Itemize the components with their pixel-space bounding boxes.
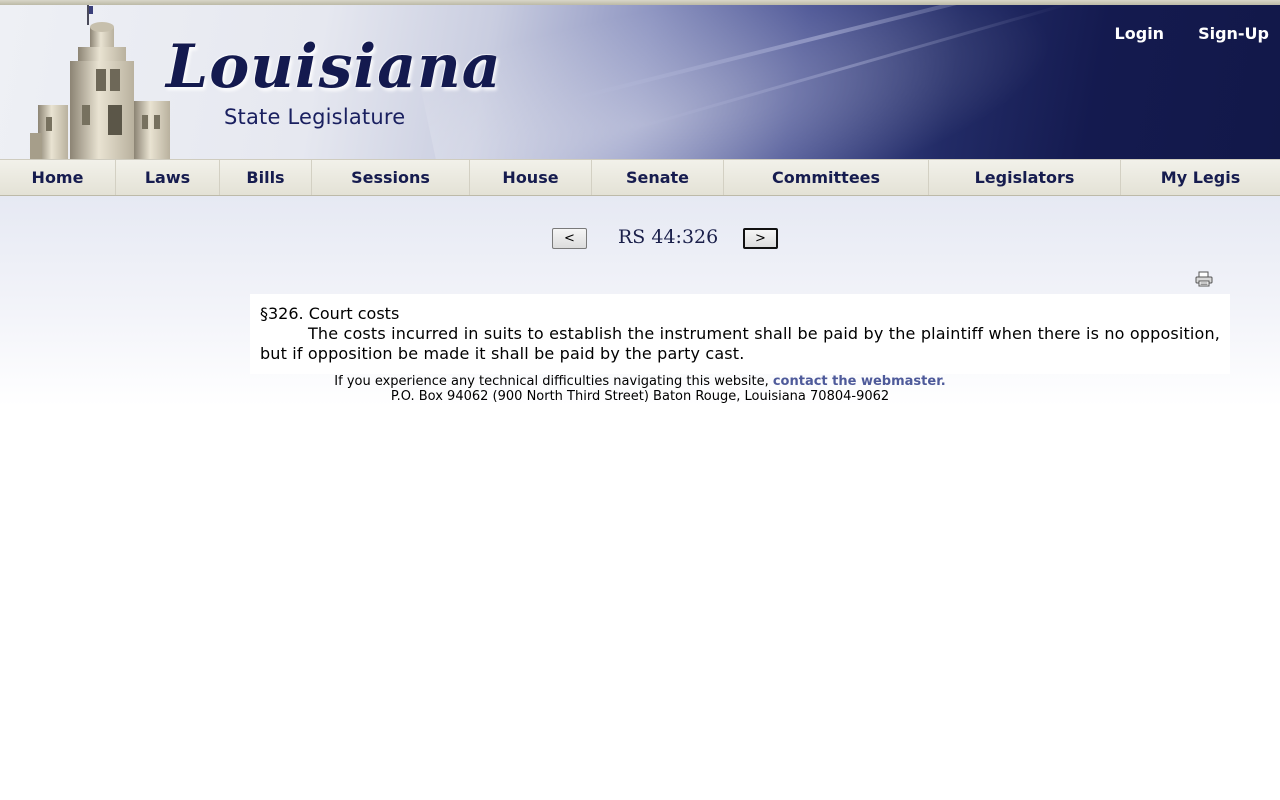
previous-section-button[interactable]: < xyxy=(552,228,587,249)
statute-pager: < RS 44:326 > xyxy=(0,224,1280,254)
footer-address: P.O. Box 94062 (900 North Third Street) … xyxy=(390,389,890,404)
nav-item-senate[interactable]: Senate xyxy=(592,160,724,195)
law-content: §326. Court costs The costs incurred in … xyxy=(250,294,1230,374)
printer-icon[interactable] xyxy=(1195,271,1213,287)
nav-item-committees[interactable]: Committees xyxy=(724,160,929,195)
main-nav: Home Laws Bills Sessions House Senate Co… xyxy=(0,159,1280,196)
auth-links: Login Sign-Up xyxy=(1115,24,1269,43)
nav-item-house[interactable]: House xyxy=(470,160,592,195)
nav-item-sessions[interactable]: Sessions xyxy=(312,160,470,195)
login-link[interactable]: Login xyxy=(1115,24,1165,43)
nav-item-home[interactable]: Home xyxy=(0,160,116,195)
nav-item-bills[interactable]: Bills xyxy=(220,160,312,195)
footer-notice: If you experience any technical difficul… xyxy=(334,374,773,389)
next-section-button[interactable]: > xyxy=(743,228,778,249)
contact-webmaster-link[interactable]: contact the webmaster. xyxy=(773,374,946,389)
header-banner: Louisiana State Legislature Login Sign-U… xyxy=(0,5,1280,159)
footer-notice-line: If you experience any technical difficul… xyxy=(0,374,1280,389)
logo-title[interactable]: Louisiana xyxy=(166,37,502,97)
nav-item-my-legis[interactable]: My Legis xyxy=(1121,160,1280,195)
logo-subtitle[interactable]: State Legislature xyxy=(224,105,405,129)
footer: If you experience any technical difficul… xyxy=(0,374,1280,404)
section-heading: §326. Court costs xyxy=(260,304,400,323)
section-text: The costs incurred in suits to establish… xyxy=(260,324,1220,363)
nav-item-legislators[interactable]: Legislators xyxy=(929,160,1121,195)
capitol-building-image xyxy=(30,5,170,159)
banner-glow xyxy=(410,5,1150,159)
nav-item-laws[interactable]: Laws xyxy=(116,160,220,195)
statute-title: RS 44:326 xyxy=(618,226,719,248)
signup-link[interactable]: Sign-Up xyxy=(1198,24,1269,43)
